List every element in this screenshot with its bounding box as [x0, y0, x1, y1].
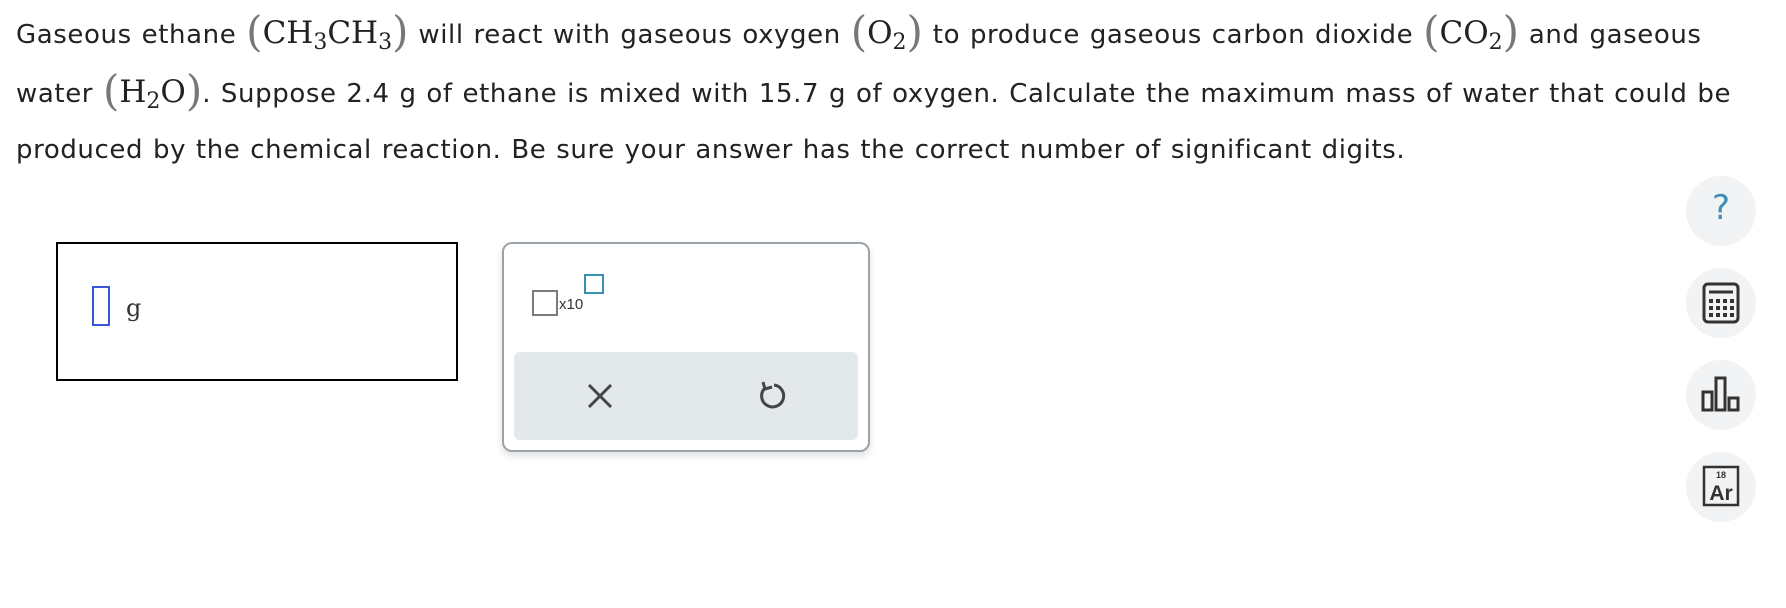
sci-x10-label: x10 [559, 296, 584, 313]
formula-water: (H2O) [102, 66, 203, 115]
formula-carbon-dioxide: (CO2) [1423, 7, 1520, 56]
question-mark-icon: ? [1711, 188, 1731, 228]
answer-unit: g [126, 294, 142, 322]
sci-exponent-box [584, 274, 604, 294]
close-icon [587, 383, 613, 409]
periodic-table-icon: 18 Ar [1702, 465, 1740, 507]
periodic-symbol: Ar [1709, 482, 1732, 505]
periodic-number: 18 [1716, 470, 1726, 480]
question-part-5: . Suppose 2.4 g of ethane is mixed with … [16, 79, 1732, 165]
sci-base-box [532, 290, 558, 316]
question-part-1: Gaseous ethane [16, 20, 237, 50]
math-tool-panel: x10 [502, 242, 870, 452]
answer-box: g [56, 242, 458, 381]
data-button[interactable] [1686, 360, 1756, 430]
formula-ethane: (CH3CH3) [246, 7, 409, 56]
action-bar [514, 352, 858, 440]
scientific-notation-button[interactable]: x10 [532, 274, 604, 320]
clear-button[interactable] [578, 374, 622, 418]
formula-oxygen: (O2) [850, 7, 923, 56]
answer-input[interactable] [92, 286, 110, 326]
periodic-table-button[interactable]: 18 Ar [1686, 452, 1756, 522]
undo-button[interactable] [750, 374, 794, 418]
undo-icon [760, 381, 786, 409]
bar-chart-icon [1701, 376, 1740, 412]
calculator-button[interactable] [1686, 268, 1756, 338]
question-part-2: will react with gaseous oxygen [418, 20, 841, 50]
help-button[interactable]: ? [1686, 176, 1756, 246]
calculator-icon [1702, 282, 1740, 324]
question-part-3: to produce gaseous carbon dioxide [932, 20, 1414, 50]
question-text: Gaseous ethane (CH3CH3) will react with … [16, 4, 1786, 178]
